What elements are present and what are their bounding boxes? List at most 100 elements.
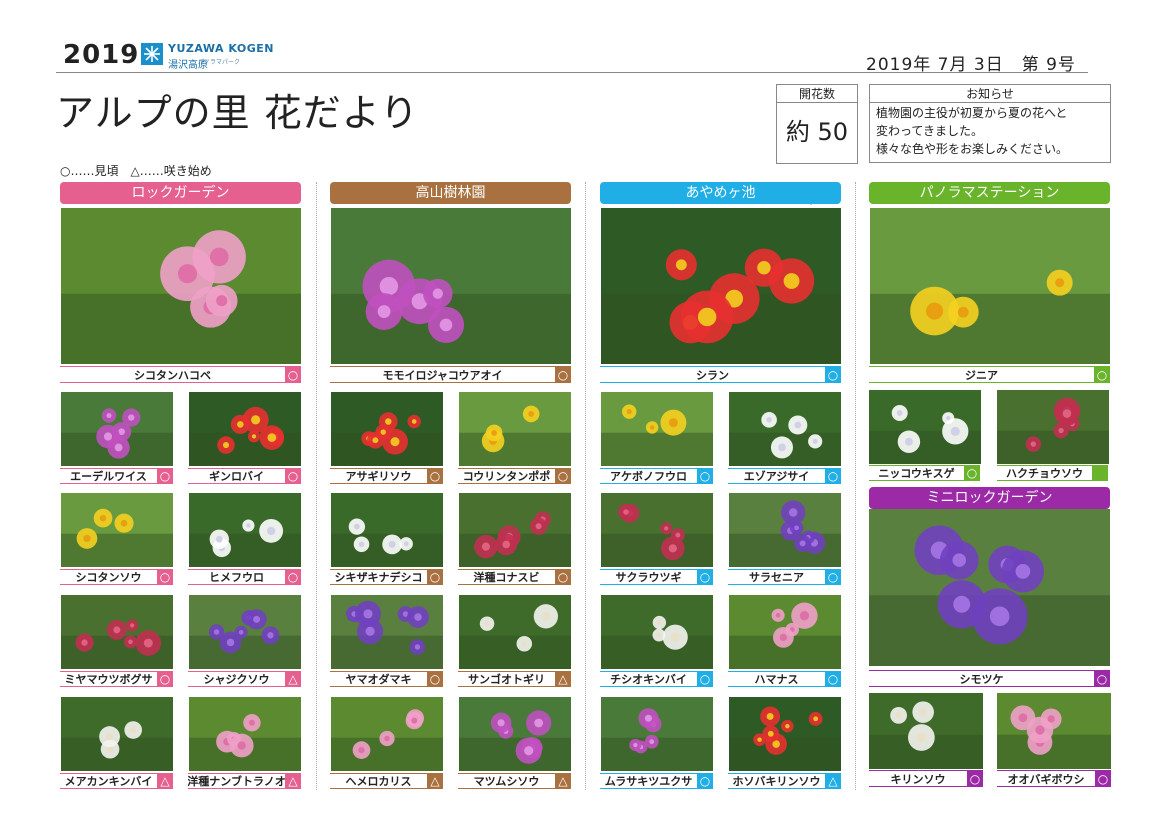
bloom-status-badge: ○ [555,367,571,382]
flower-caption: アケボノフウロ ○ [600,468,713,484]
flower-name: シラン [696,368,729,382]
column-divider [316,182,317,790]
flower-name: シャジクソウ [203,673,270,686]
notice-line: 変わってきました。 [876,124,984,138]
flower-name: シコタンソウ [75,571,142,584]
flower-name: ヘメロカリス [345,775,412,788]
bloom-status-badge: ○ [555,469,571,483]
flower-caption: シコタンハコベ ○ [60,366,301,383]
header-divider [56,72,1088,73]
flower-name: モモイロジャコウアオイ [382,368,503,382]
bloom-status-badge: ○ [825,570,841,584]
flower-photo [189,392,301,466]
logo-english: YUZAWA KOGEN [168,42,275,55]
section-header-rock: ロックガーデン [60,182,301,204]
flower-photo [61,595,173,669]
flower-name: メアカンキンバイ [64,775,153,788]
page-title: アルプの里 花だより [56,91,419,135]
flower-photo [331,595,443,669]
flower-caption: サクラウツギ ○ [600,569,713,585]
bloom-status-badge: ○ [285,367,301,382]
flower-caption: ミヤマウツボグサ ○ [60,671,173,687]
section-header-panorama: パノラマステーション [869,182,1110,204]
issue-year: 2019 [63,40,140,70]
status-legend: ○……見頃 △……咲き始め [60,164,212,178]
flower-caption: チシオキンバイ ○ [600,671,713,687]
flower-name: オオバギボウシ [1007,772,1085,786]
flower-caption: シコタンソウ ○ [60,569,173,585]
flower-caption: サラセニア ○ [728,569,841,585]
main-flower-photo [870,208,1110,364]
flower-caption: ホソバキリンソウ △ [728,773,841,789]
bloom-status-badge: ○ [285,570,301,584]
flower-name: ハクチョウソウ [1006,467,1083,480]
flower-caption: アサギリソウ ○ [330,468,443,484]
bloom-status-badge: ○ [157,570,173,584]
bloom-status-badge: ○ [825,469,841,483]
flower-name: マツムシソウ [473,775,540,788]
flower-photo [189,595,301,669]
flower-caption: 洋種コナスビ ○ [458,569,571,585]
flower-caption: ヤマオダマキ ○ [330,671,443,687]
flower-photo [61,392,173,466]
flower-name: アケボノフウロ [610,470,687,483]
flower-photo [61,493,173,567]
flower-name: ジニア [965,368,998,382]
flower-name: サンゴオトギリ [468,673,545,686]
bloom-status-badge: ○ [285,469,301,483]
bloom-status-badge: △ [427,774,443,788]
flower-photo [869,693,983,769]
section-header-minirock: ミニロックガーデン [869,487,1110,509]
flower-name: エーデルワイス [70,470,147,483]
bloom-status-badge: ○ [697,570,713,584]
flower-caption: オオバギボウシ ○ [997,770,1111,787]
flower-caption: エゾアジサイ ○ [728,468,841,484]
flower-caption: マツムシソウ △ [458,773,571,789]
flower-caption: シモツケ ○ [869,670,1110,687]
flower-caption: ギンロバイ ○ [188,468,301,484]
flower-caption: ハクチョウソウ [997,465,1108,481]
bloom-status-badge: △ [285,672,301,686]
flower-name: ハマナス [754,673,799,686]
bloom-status-badge: △ [157,774,173,788]
main-flower-photo [601,208,841,364]
flower-photo [601,595,713,669]
flower-caption: ヘメロカリス △ [330,773,443,789]
flower-name: ギンロバイ [209,470,264,483]
flower-caption: 洋種ナンブトラノオ △ [188,773,301,789]
bloom-status-badge: ○ [697,469,713,483]
flower-caption: ハマナス ○ [728,671,841,687]
bloom-status-badge: ○ [964,466,980,480]
main-flower-photo [331,208,571,364]
bloom-status-badge: ○ [427,672,443,686]
flower-photo [189,697,301,771]
flower-name: ミヤマウツボグサ [64,673,153,686]
section-header-ayame: あやめヶ池 [600,182,841,204]
flower-photo [869,390,981,464]
flower-caption: エーデルワイス ○ [60,468,173,484]
flower-caption: ヒメフウロ ○ [188,569,301,585]
flower-photo [997,693,1111,769]
flower-photo [729,595,841,669]
flower-name: 洋種コナスビ [473,571,540,584]
flower-caption: シラン ○ [600,366,841,383]
section-header-kozan: 高山樹林園 [330,182,571,204]
flower-photo [459,493,571,567]
flower-caption: ジニア ○ [869,366,1110,383]
bloom-status-badge: ○ [157,672,173,686]
column-divider [855,182,856,790]
flower-photo [459,595,571,669]
bloom-status-badge: ○ [1095,771,1111,786]
flower-name: キリンソウ [890,772,946,786]
flower-caption: シキザキナデシコ ○ [330,569,443,585]
bloom-status-badge: ○ [555,570,571,584]
flower-name: ホソバキリンソウ [732,775,821,788]
flower-caption: サンゴオトギリ △ [458,671,571,687]
bloom-status-badge [1092,466,1108,480]
flower-name: エゾアジサイ [743,470,810,483]
flower-photo [729,493,841,567]
bloom-status-badge: ○ [825,367,841,382]
bloom-count-value: 約 50種 [776,101,858,208]
bloom-status-badge: △ [555,672,571,686]
bloom-status-badge: ○ [1094,671,1110,686]
